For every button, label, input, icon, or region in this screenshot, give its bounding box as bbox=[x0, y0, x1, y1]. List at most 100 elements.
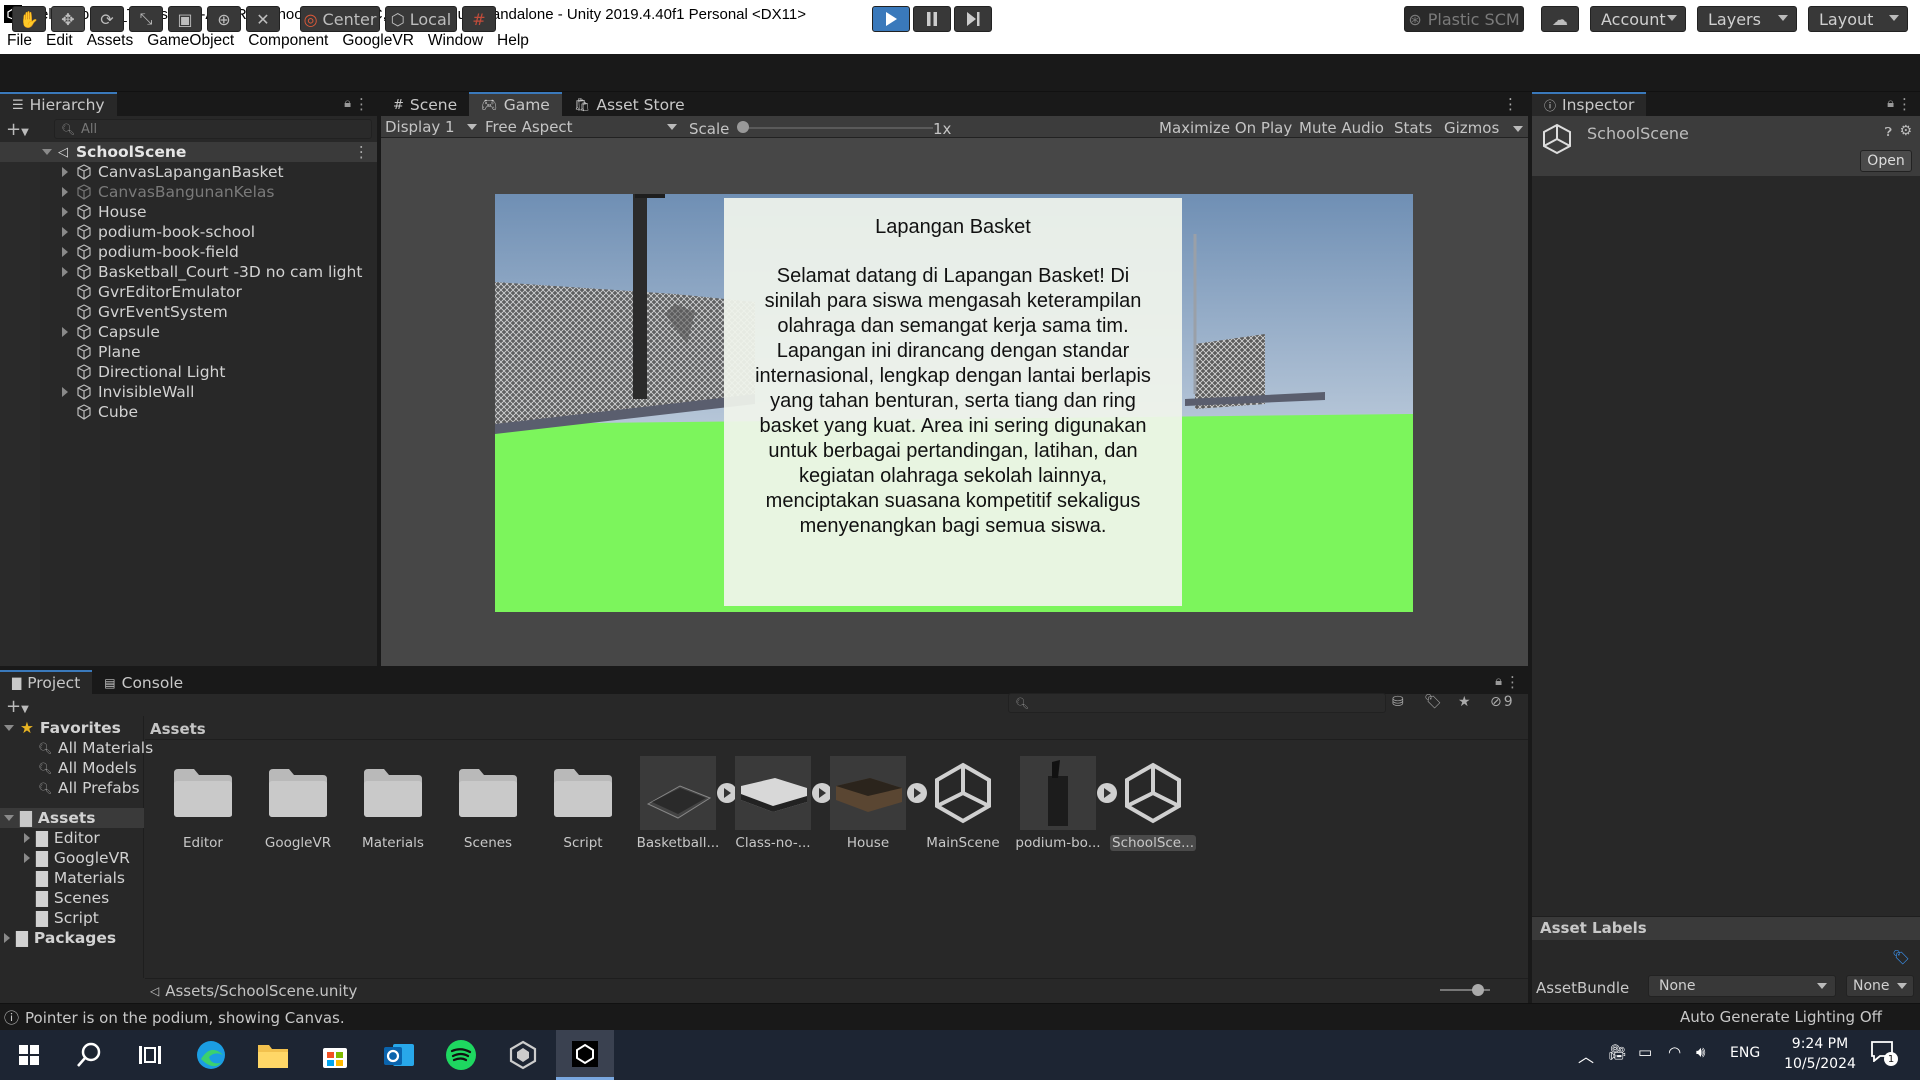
hierarchy-item[interactable]: Capsule bbox=[0, 322, 377, 342]
asset-item[interactable]: MainScene bbox=[920, 757, 1006, 851]
step-button[interactable] bbox=[954, 6, 992, 32]
menu-edit[interactable]: Edit bbox=[39, 32, 80, 50]
expand-right-icon[interactable] bbox=[62, 227, 68, 237]
menu-file[interactable]: File bbox=[0, 32, 39, 50]
menu-help[interactable]: Help bbox=[490, 32, 536, 50]
expand-right-icon[interactable] bbox=[62, 207, 68, 217]
menu-window[interactable]: Window bbox=[421, 32, 490, 50]
asset-item[interactable]: Basketball... bbox=[635, 756, 737, 851]
create-asset-button[interactable]: +▼ bbox=[6, 696, 29, 717]
hierarchy-item[interactable]: Basketball_Court -3D no cam light bbox=[0, 262, 377, 282]
kebab-menu-icon[interactable]: ⋮ bbox=[1897, 95, 1912, 113]
rotate-tool-button[interactable]: ⟳ bbox=[90, 6, 124, 32]
asset-item[interactable]: SchoolSce... bbox=[1110, 757, 1196, 851]
pause-button[interactable] bbox=[913, 6, 951, 32]
taskbar-store[interactable] bbox=[306, 1030, 364, 1080]
search-button[interactable] bbox=[60, 1030, 118, 1080]
asset-item[interactable]: Script bbox=[540, 757, 626, 851]
transform-tool-button[interactable]: ⊕ bbox=[207, 6, 241, 32]
plastic-scm-button[interactable]: ⊛ Plastic SCM bbox=[1404, 6, 1524, 32]
breadcrumb[interactable]: Assets bbox=[150, 720, 206, 738]
tab-inspector[interactable]: ⓘ Inspector bbox=[1532, 92, 1647, 116]
label-tag-icon[interactable]: 🏷︎ bbox=[1890, 948, 1912, 968]
hierarchy-item[interactable]: InvisibleWall bbox=[0, 382, 377, 402]
hidden-packages-toggle[interactable]: ⊘ 9 bbox=[1490, 694, 1513, 710]
taskbar-edge[interactable] bbox=[182, 1030, 240, 1080]
move-tool-button[interactable]: ✥ bbox=[51, 6, 85, 32]
filter-by-type-icon[interactable]: ⛁ bbox=[1392, 694, 1404, 710]
layout-dropdown[interactable]: Layout bbox=[1808, 6, 1908, 32]
hand-tool-button[interactable]: ✋ bbox=[12, 6, 46, 32]
gizmos-toggle[interactable]: Gizmos bbox=[1444, 119, 1499, 137]
volume-icon[interactable]: 🔊︎ bbox=[1696, 1043, 1705, 1061]
assetbundle-variant-dropdown[interactable]: None bbox=[1846, 975, 1914, 997]
expand-right-icon[interactable] bbox=[62, 267, 68, 277]
hierarchy-item[interactable]: GvrEventSystem bbox=[0, 302, 377, 322]
gear-icon[interactable]: ⚙ bbox=[1899, 123, 1912, 139]
clock[interactable]: 9:24 PM 10/5/2024 bbox=[1770, 1034, 1870, 1074]
account-dropdown[interactable]: Account bbox=[1590, 6, 1686, 32]
kebab-menu-icon[interactable]: ⋮ bbox=[1503, 95, 1518, 113]
assets-root-row[interactable]: ▇ Assets bbox=[0, 808, 144, 828]
scale-slider[interactable] bbox=[743, 127, 933, 129]
kebab-menu-icon[interactable]: ⋮ bbox=[354, 95, 369, 113]
tray-overflow-icon[interactable]: ︿ bbox=[1578, 1043, 1594, 1067]
scale-slider-handle[interactable] bbox=[737, 121, 749, 133]
status-message[interactable]: ⓘ Pointer is on the podium, showing Canva… bbox=[4, 1007, 345, 1028]
expand-right-icon[interactable] bbox=[62, 167, 68, 177]
asset-item[interactable]: Editor bbox=[160, 757, 246, 851]
create-button[interactable]: +▼ bbox=[6, 119, 29, 140]
taskbar-unity-hub[interactable] bbox=[494, 1030, 552, 1080]
lock-icon[interactable]: 🔒︎ bbox=[1495, 674, 1502, 689]
hierarchy-search-input[interactable]: 🔍︎ All bbox=[54, 119, 372, 139]
mute-audio-toggle[interactable]: Mute Audio bbox=[1299, 119, 1384, 137]
expand-right-icon[interactable] bbox=[62, 187, 68, 197]
hierarchy-item[interactable]: CanvasBangunanKelas bbox=[0, 182, 377, 202]
display-dropdown[interactable]: Display 1 bbox=[385, 118, 477, 136]
menu-assets[interactable]: Assets bbox=[80, 32, 141, 50]
play-button[interactable] bbox=[872, 6, 910, 32]
stats-toggle[interactable]: Stats bbox=[1394, 119, 1432, 137]
icon-size-slider-handle[interactable] bbox=[1472, 984, 1484, 996]
menu-component[interactable]: Component bbox=[241, 32, 335, 50]
tab-game[interactable]: 🎮︎ Game bbox=[469, 92, 562, 116]
kebab-menu-icon[interactable]: ⋮ bbox=[1505, 673, 1520, 691]
favorite-all-models[interactable]: 🔍︎ All Models bbox=[38, 758, 137, 778]
layers-dropdown[interactable]: Layers bbox=[1697, 6, 1797, 32]
hierarchy-item[interactable]: podium-book-school bbox=[0, 222, 377, 242]
lock-icon[interactable]: 🔒︎ bbox=[344, 96, 351, 111]
hierarchy-item[interactable]: Cube bbox=[0, 402, 377, 422]
filter-by-label-icon[interactable]: 🏷︎ bbox=[1424, 694, 1442, 710]
tab-console[interactable]: ▤ Console bbox=[92, 670, 195, 694]
aspect-dropdown[interactable]: Free Aspect bbox=[485, 118, 677, 136]
grid-snap-button[interactable]: # bbox=[462, 6, 496, 32]
task-view-button[interactable] bbox=[120, 1030, 178, 1080]
tree-folder-materials[interactable]: ▇ Materials bbox=[36, 868, 125, 888]
favorite-star-icon[interactable]: ★ bbox=[1458, 694, 1471, 710]
menu-googlevr[interactable]: GoogleVR bbox=[335, 32, 421, 50]
menu-gameobject[interactable]: GameObject bbox=[140, 32, 241, 50]
game-render-view[interactable]: Lapangan Basket Selamat datang di Lapang… bbox=[495, 194, 1413, 612]
wifi-icon[interactable]: ◠ bbox=[1668, 1043, 1681, 1061]
taskbar-spotify[interactable] bbox=[432, 1030, 490, 1080]
gizmos-chevron-icon[interactable] bbox=[1513, 126, 1523, 132]
battery-icon[interactable]: ▭ bbox=[1638, 1043, 1652, 1061]
asset-item[interactable]: House bbox=[825, 756, 927, 851]
expand-right-icon[interactable] bbox=[62, 327, 68, 337]
lock-icon[interactable]: 🔒︎ bbox=[1887, 96, 1894, 111]
space-toggle[interactable]: ⬡ Local bbox=[385, 6, 457, 32]
maximize-on-play-toggle[interactable]: Maximize On Play bbox=[1159, 119, 1292, 137]
tree-folder-googlevr[interactable]: ▇ GoogleVR bbox=[24, 848, 130, 868]
tree-folder-script[interactable]: ▇ Script bbox=[36, 908, 99, 928]
hierarchy-item[interactable]: Plane bbox=[0, 342, 377, 362]
scale-tool-button[interactable]: ⤡ bbox=[129, 6, 163, 32]
meet-now-icon[interactable]: 🎥︎ bbox=[1608, 1043, 1627, 1061]
hierarchy-item[interactable]: Directional Light bbox=[0, 362, 377, 382]
taskbar-outlook[interactable] bbox=[370, 1030, 428, 1080]
tab-hierarchy[interactable]: ☰ Hierarchy bbox=[0, 92, 117, 116]
hierarchy-item[interactable]: GvrEditorEmulator bbox=[0, 282, 377, 302]
scene-menu-icon[interactable]: ⋮ bbox=[354, 143, 370, 161]
asset-item[interactable]: podium-bo... bbox=[1015, 756, 1117, 851]
expand-right-icon[interactable] bbox=[62, 387, 68, 397]
custom-tool-button[interactable]: ✕ bbox=[246, 6, 280, 32]
